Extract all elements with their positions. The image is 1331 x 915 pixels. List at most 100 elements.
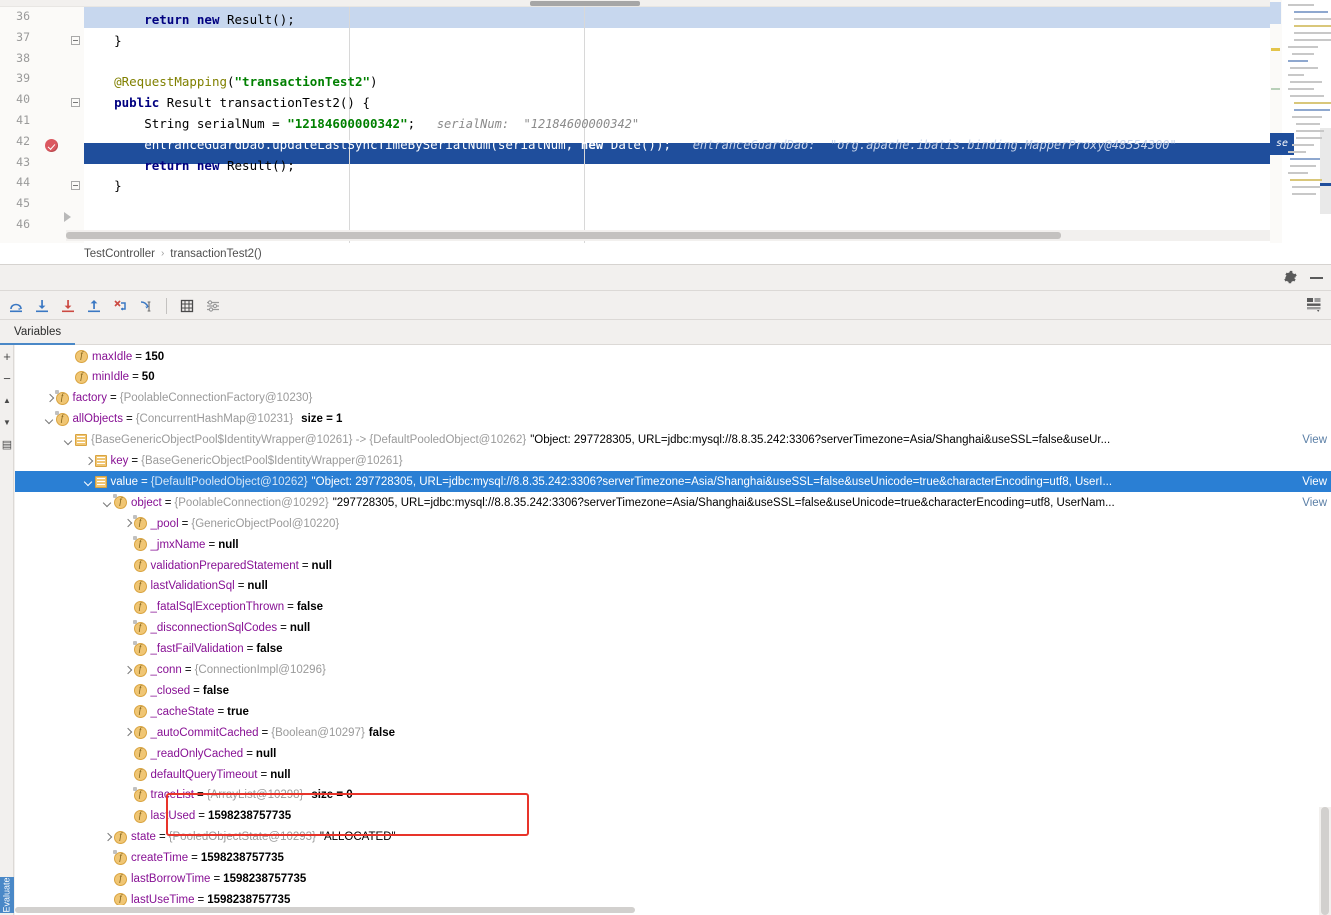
step-into-button[interactable] (30, 294, 54, 318)
editor-minimap[interactable]: se (1270, 0, 1331, 243)
field-icon (133, 579, 147, 593)
variable-row-_conn[interactable]: _conn={ConnectionImpl@10296} (15, 660, 1331, 681)
settings-filter-button[interactable] (201, 294, 225, 318)
variables-tree[interactable]: maxIdle=150minIdle=50factory={PoolableCo… (15, 345, 1331, 915)
view-value-link[interactable]: View (1302, 434, 1327, 446)
chevron-right-icon[interactable] (82, 455, 95, 468)
editor-horizontal-scrollbar[interactable] (66, 230, 1270, 241)
code-line-43[interactable]: return new Result(); (84, 155, 295, 176)
chevron-down-icon[interactable] (43, 413, 56, 426)
code-line-36[interactable]: return new Result(); (84, 9, 295, 30)
move-up-button[interactable]: ▲ (0, 389, 14, 411)
variable-row-lastValidationSql[interactable]: lastValidationSql=null (15, 576, 1331, 597)
chevron-right-icon[interactable] (101, 831, 114, 844)
tab-variables[interactable]: Variables (0, 321, 76, 345)
code-line-40[interactable]: public Result transactionTest2() { (84, 92, 370, 113)
add-watch-button[interactable]: + (0, 345, 14, 367)
variable-row-allObjects[interactable]: allObjects={ConcurrentHashMap@10231} size… (15, 409, 1331, 430)
variables-vscrollbar-thumb[interactable] (1321, 807, 1329, 915)
variable-row-_fastFailValidation[interactable]: _fastFailValidation=false (15, 639, 1331, 660)
view-value-link[interactable]: View (1302, 476, 1327, 488)
editor-fold-column[interactable] (66, 7, 84, 243)
variables-hscrollbar-thumb[interactable] (15, 907, 635, 913)
variable-row-_fatalSqlExceptionThrown[interactable]: _fatalSqlExceptionThrown=false (15, 597, 1331, 618)
variable-value: 1598238757735 (207, 810, 292, 823)
variable-row-lastBorrowTime[interactable]: lastBorrowTime=1598238757735 (15, 869, 1331, 890)
run-to-cursor-button[interactable] (134, 294, 158, 318)
code-line-44[interactable]: } (84, 175, 122, 196)
variable-row-validationPreparedStatement[interactable]: validationPreparedStatement=null (15, 555, 1331, 576)
variable-row-_pool[interactable]: _pool={GenericObjectPool@10220} (15, 513, 1331, 534)
variable-row-_autoCommitCached[interactable]: _autoCommitCached={Boolean@10297}false (15, 722, 1331, 743)
variable-row-state[interactable]: state={PooledObjectState@10293}"ALLOCATE… (15, 827, 1331, 848)
minimap-code-line (1288, 74, 1304, 76)
editor-hscrollbar-thumb[interactable] (66, 232, 1061, 239)
editor-gutter[interactable]: 36 37 38 39 40 41 42 43 44 45 46 (0, 7, 66, 243)
field-icon (133, 559, 147, 572)
variable-name: _cacheState (150, 705, 215, 718)
variable-row-minIdle[interactable]: minIdle=50 (15, 367, 1331, 388)
run-gutter-arrow-icon[interactable] (64, 212, 71, 222)
variables-horizontal-scrollbar[interactable] (15, 905, 1319, 915)
fold-marker-line-44[interactable] (71, 181, 80, 191)
variable-row-_disconnectionSqlCodes[interactable]: _disconnectionSqlCodes=null (15, 618, 1331, 639)
minimap-scrollbar[interactable] (1270, 0, 1282, 243)
variable-row-traceList[interactable]: traceList={ArrayList@10298} size = 0 (15, 785, 1331, 806)
field-icon (132, 536, 147, 552)
variable-row-_readOnlyCached[interactable]: _readOnlyCached=null (15, 743, 1331, 764)
variable-row-_cacheState[interactable]: _cacheState=true (15, 701, 1331, 722)
minimap-vertical-scrollbar[interactable] (1320, 128, 1331, 214)
force-step-into-button[interactable] (56, 294, 80, 318)
chevron-right-icon[interactable] (121, 517, 134, 530)
code-line-37[interactable]: } (84, 30, 122, 51)
move-down-button[interactable]: ▼ (0, 411, 14, 433)
variable-row-lastUsed[interactable]: lastUsed=1598238757735 (15, 806, 1331, 827)
variable-row-createTime[interactable]: createTime=1598238757735 (15, 848, 1331, 869)
code-line-42[interactable]: entranceGuardDao.updateLastSyncTimeBySer… (84, 134, 1177, 155)
view-value-link[interactable]: View (1302, 497, 1327, 509)
copy-value-button[interactable]: ▤ (0, 433, 14, 455)
variable-row-object[interactable]: object={PoolableConnection@10292}"297728… (15, 492, 1331, 513)
code-text-area[interactable]: return new Result(); } @RequestMapping("… (84, 7, 1270, 243)
drop-frame-button[interactable] (108, 294, 132, 318)
variable-row-key[interactable]: key = {BaseGenericObjectPool$IdentityWrapp… (15, 451, 1331, 472)
chevron-right-icon[interactable] (121, 664, 134, 677)
field-icon (114, 830, 127, 844)
fold-marker-line-37[interactable] (71, 35, 80, 45)
chevron-down-icon[interactable] (82, 475, 95, 488)
remove-watch-button[interactable]: − (0, 367, 14, 389)
fold-marker-line-40[interactable] (71, 98, 80, 108)
chevron-right-icon[interactable] (121, 726, 134, 739)
breakpoint-icon[interactable] (45, 139, 58, 152)
evaluate-expression-button[interactable] (175, 294, 199, 318)
equals-sign: = (246, 747, 253, 760)
variable-name: value (110, 475, 139, 488)
evaluate-expression-rail-button[interactable]: Evaluate (0, 877, 14, 913)
variable-row-_closed[interactable]: _closed=false (15, 680, 1331, 701)
step-over-button[interactable] (4, 294, 28, 318)
breadcrumb-method[interactable]: transactionTest2() (170, 248, 261, 260)
editor-top-scrollbar-thumb[interactable] (530, 1, 640, 6)
restore-layout-icon[interactable] (1305, 296, 1323, 319)
variable-row-_jmxName[interactable]: _jmxName=null (15, 534, 1331, 555)
chevron-right-icon[interactable] (43, 392, 56, 405)
step-out-button[interactable] (82, 294, 106, 318)
line-number-36: 36 (16, 9, 30, 23)
chevron-down-icon[interactable] (62, 434, 75, 447)
code-line-41[interactable]: String serialNum = "12184600000342"; ser… (84, 113, 639, 134)
variable-row-maxIdle[interactable]: maxIdle=150 (15, 346, 1331, 367)
gear-icon[interactable] (1283, 270, 1298, 290)
minimize-icon[interactable] (1310, 277, 1323, 279)
chevron-down-icon[interactable] (101, 496, 114, 509)
variable-row-value[interactable]: value = {DefaultPooledObject@10262} "Object… (15, 471, 1331, 493)
variable-row-defaultQueryTimeout[interactable]: defaultQueryTimeout=null (15, 764, 1331, 785)
variable-row-map-entry[interactable]: {BaseGenericObjectPool$IdentityWrapper@1… (15, 430, 1331, 451)
editor-top-scrollbar[interactable] (0, 0, 1270, 7)
variable-type: {Boolean@10297} (271, 726, 365, 739)
code-line-39[interactable]: @RequestMapping("transactionTest2") (84, 71, 377, 92)
variable-row-factory[interactable]: factory={PoolableConnectionFactory@10230… (15, 388, 1331, 409)
breadcrumb-class[interactable]: TestController (84, 248, 155, 260)
toolbar-separator (166, 297, 167, 314)
variable-value: "Object: 297728305, URL=jdbc:mysql://8.8… (311, 475, 1113, 488)
variables-vertical-scrollbar[interactable] (1319, 807, 1331, 915)
